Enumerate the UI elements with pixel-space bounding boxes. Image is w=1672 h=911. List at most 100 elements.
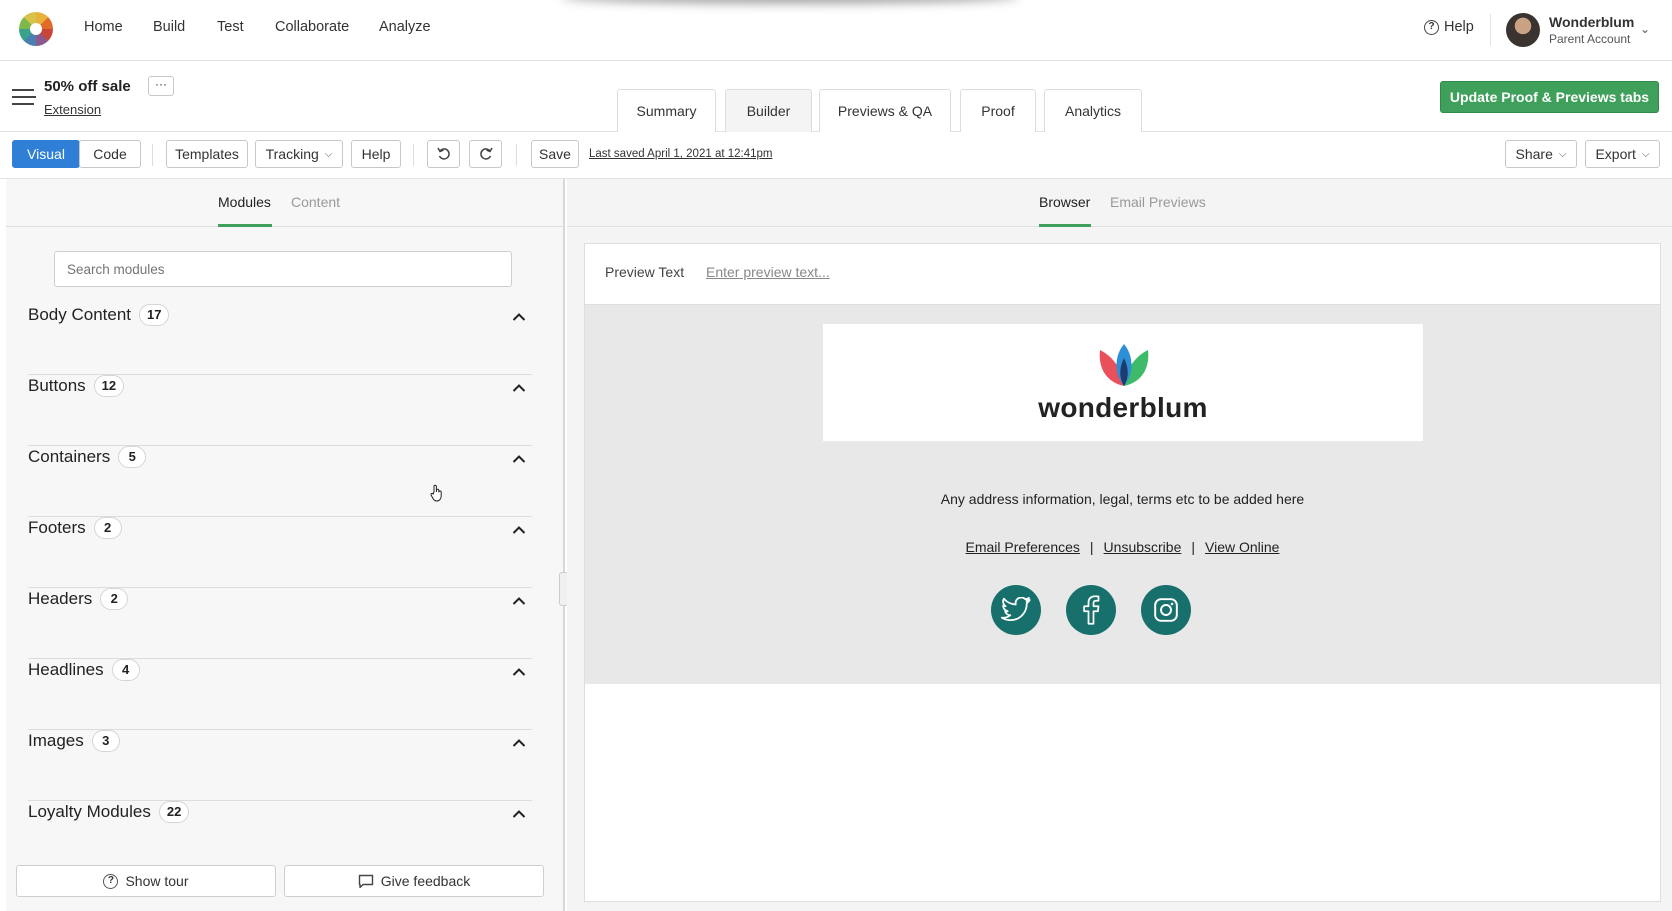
panel-footer: ? Show tour Give feedback [6, 851, 563, 911]
give-feedback-button[interactable]: Give feedback [284, 865, 544, 897]
module-section-header: Headlines 4 [28, 659, 140, 681]
divider [516, 144, 517, 166]
export-dropdown[interactable]: Export ⌵ [1585, 140, 1660, 168]
module-section-header: Images 3 [28, 730, 120, 752]
module-section[interactable]: Headers 2 [28, 588, 532, 659]
share-label: Share [1515, 146, 1553, 162]
divider [413, 144, 414, 166]
avatar[interactable] [1506, 13, 1540, 47]
module-section-header: Containers 5 [28, 446, 147, 468]
module-section[interactable]: Body Content 17 [28, 304, 532, 375]
instagram-icon [1154, 598, 1178, 622]
divider [152, 144, 153, 166]
preview-tabs: Browser Email Previews [567, 179, 1672, 227]
email-address-text: Any address information, legal, terms et… [940, 491, 1305, 507]
module-section-header: Footers 2 [28, 517, 122, 539]
editor-toolbar: Visual Code Templates Tracking ⌵ Help Sa… [0, 132, 1672, 179]
facebook-button[interactable] [1066, 585, 1116, 635]
chevron-up-icon[interactable] [512, 736, 526, 750]
last-saved-link[interactable]: Last saved April 1, 2021 at 12:41pm [589, 148, 772, 160]
email-preview-canvas: Preview Text Enter preview text... wonde… [584, 243, 1661, 902]
tab-analytics[interactable]: Analytics [1044, 89, 1142, 132]
chevron-up-icon[interactable] [512, 523, 526, 537]
menu-toggle-icon[interactable] [12, 89, 36, 105]
tab-proof[interactable]: Proof [960, 89, 1036, 132]
account-subtitle: Parent Account [1549, 32, 1631, 46]
chevron-up-icon[interactable] [512, 807, 526, 821]
unsubscribe-link[interactable]: Unsubscribe [1104, 539, 1182, 555]
modules-panel: Modules Content Body Content 17 Buttons 12 C… [6, 179, 565, 911]
tab-browser[interactable]: Browser [1039, 194, 1090, 210]
tab-content[interactable]: Content [291, 194, 340, 210]
twitter-button[interactable] [991, 585, 1041, 635]
chevron-up-icon[interactable] [512, 452, 526, 466]
help-button[interactable]: Help [351, 140, 401, 168]
nav-build[interactable]: Build [153, 19, 185, 35]
document-title: 50% off sale [44, 78, 131, 95]
chevron-up-icon[interactable] [512, 381, 526, 395]
module-section-header: Headers 2 [28, 588, 129, 610]
more-options-button[interactable]: ··· [148, 76, 174, 96]
chevron-up-icon[interactable] [512, 310, 526, 324]
chevron-down-icon: ⌵ [1558, 148, 1567, 160]
undo-icon [436, 147, 450, 160]
search-modules-input[interactable] [54, 251, 512, 287]
module-section[interactable]: Images 3 [28, 730, 532, 801]
email-logo-block[interactable]: wonderblum [823, 324, 1423, 441]
account-name[interactable]: Wonderblum [1549, 14, 1634, 30]
active-tab-indicator [1039, 224, 1091, 227]
chevron-up-icon[interactable] [512, 594, 526, 608]
active-tab-indicator [218, 224, 272, 227]
module-section[interactable]: Footers 2 [28, 517, 532, 588]
panel-tabs: Modules Content [6, 179, 563, 227]
save-button[interactable]: Save [531, 140, 579, 168]
email-brand-name: wonderblum [1038, 392, 1208, 423]
module-count-badge: 12 [93, 375, 125, 397]
module-section-label: Body Content [28, 305, 132, 324]
document-type-link[interactable]: Extension [44, 102, 101, 117]
instagram-button[interactable] [1141, 585, 1191, 635]
email-preferences-link[interactable]: Email Preferences [966, 539, 1080, 555]
visual-mode-button[interactable]: Visual [12, 140, 80, 168]
tracking-label: Tracking [265, 146, 319, 162]
share-dropdown[interactable]: Share ⌵ [1505, 140, 1577, 168]
module-section-header: Body Content 17 [28, 304, 170, 326]
document-header: 50% off sale Extension ··· Summary Build… [0, 61, 1672, 132]
give-feedback-label: Give feedback [380, 873, 471, 889]
module-section[interactable]: Containers 5 [28, 446, 532, 517]
tab-email-previews[interactable]: Email Previews [1110, 194, 1206, 210]
tab-modules[interactable]: Modules [218, 194, 271, 210]
preview-text-input[interactable]: Enter preview text... [706, 264, 830, 280]
templates-button[interactable]: Templates [166, 140, 248, 168]
chevron-up-icon[interactable] [512, 665, 526, 679]
redo-button[interactable] [469, 140, 502, 168]
help-link[interactable]: ? Help [1424, 19, 1474, 35]
module-section[interactable]: Headlines 4 [28, 659, 532, 730]
nav-test[interactable]: Test [217, 19, 244, 35]
app-logo[interactable] [19, 12, 53, 46]
update-proof-previews-button[interactable]: Update Proof & Previews tabs [1440, 81, 1659, 113]
tab-previews-qa[interactable]: Previews & QA [819, 89, 951, 132]
twitter-icon [1001, 597, 1031, 621]
view-online-link[interactable]: View Online [1205, 539, 1279, 555]
chevron-down-icon[interactable]: ⌄ [1640, 22, 1650, 36]
module-section-label: Footers [28, 518, 86, 537]
show-tour-button[interactable]: ? Show tour [16, 865, 276, 897]
module-section-label: Headlines [28, 660, 104, 679]
nav-analyze[interactable]: Analyze [379, 19, 431, 35]
facebook-icon [1083, 595, 1100, 625]
nav-home[interactable]: Home [84, 19, 123, 35]
module-section[interactable]: Buttons 12 [28, 375, 532, 446]
tab-summary[interactable]: Summary [617, 89, 716, 132]
link-separator: | [1191, 539, 1196, 555]
pointer-hand-icon [430, 484, 442, 502]
nav-collaborate[interactable]: Collaborate [275, 19, 349, 35]
tab-builder[interactable]: Builder [725, 89, 812, 132]
code-mode-button[interactable]: Code [79, 140, 141, 168]
undo-button[interactable] [427, 140, 460, 168]
tracking-dropdown[interactable]: Tracking ⌵ [255, 140, 343, 168]
email-body: wonderblum Any address information, lega… [585, 304, 1660, 684]
module-count-badge: 2 [100, 588, 129, 610]
redo-icon [479, 147, 493, 160]
wonderblum-leaf-logo-icon [1099, 344, 1149, 386]
